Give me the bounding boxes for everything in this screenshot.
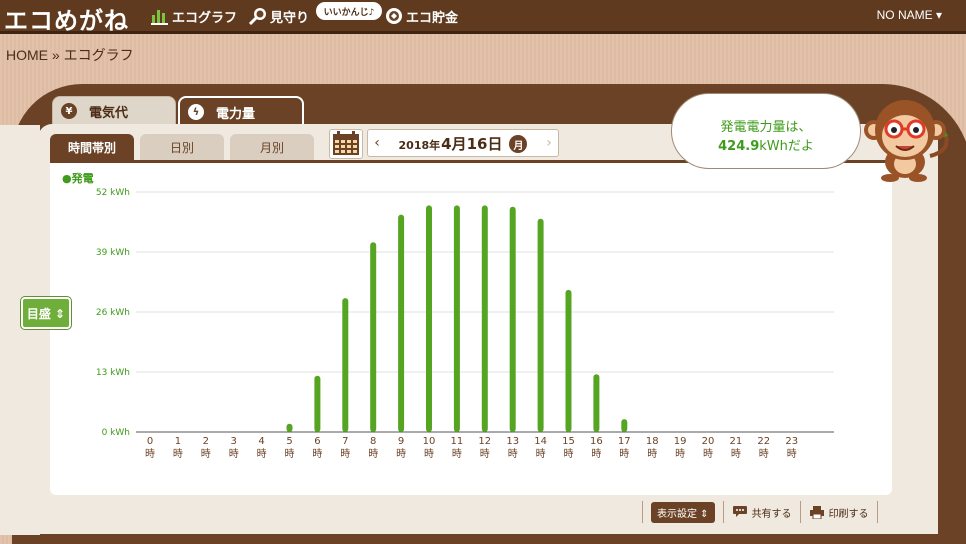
scale-button[interactable]: 目盛 ⇕ [21, 297, 71, 329]
x-tick-label: 14 [534, 436, 547, 447]
speech-line-2: 424.9kWhだよ [672, 137, 860, 156]
x-tick-label: 21 [730, 436, 743, 447]
x-tick-label: 9 [398, 436, 404, 447]
bottom-toolbar: 表示設定 ⇕ 共有する 印刷する [634, 500, 886, 524]
x-tick-suffix: 時 [229, 448, 239, 460]
x-tick-label: 13 [506, 436, 519, 447]
print-button[interactable]: 印刷する [809, 505, 869, 520]
x-tick-suffix: 時 [285, 448, 295, 460]
x-tick-label: 5 [286, 436, 292, 447]
y-tick-label: 13 kWh [96, 368, 130, 378]
share-button[interactable]: 共有する [732, 505, 792, 520]
x-tick-suffix: 時 [731, 448, 741, 460]
x-tick-suffix: 時 [703, 448, 713, 460]
speech-line-1: 発電電力量は、 [720, 120, 812, 135]
x-tick-suffix: 時 [312, 448, 322, 460]
x-tick-label: 17 [618, 436, 631, 447]
x-tick-label: 2 [203, 436, 209, 447]
display-settings-button[interactable]: 表示設定 ⇕ [651, 501, 715, 523]
x-tick-suffix: 時 [340, 448, 350, 460]
bar [481, 205, 488, 432]
bar [314, 375, 321, 432]
x-tick-suffix: 時 [452, 448, 462, 460]
x-tick-label: 7 [342, 436, 348, 447]
speech-bubble-icon [732, 506, 747, 517]
divider [722, 501, 724, 523]
power-generation-chart: 0 kWh13 kWh26 kWh39 kWh52 kWh0時1時2時3時4時5… [96, 188, 834, 460]
x-tick-suffix: 時 [564, 448, 574, 460]
bar [286, 423, 293, 432]
x-tick-label: 6 [314, 436, 320, 447]
x-tick-suffix: 時 [508, 448, 518, 460]
x-tick-suffix: 時 [396, 448, 406, 460]
x-tick-label: 8 [370, 436, 376, 447]
bar [370, 242, 377, 432]
bar [342, 298, 349, 432]
x-tick-suffix: 時 [536, 448, 546, 460]
y-tick-label: 52 kWh [96, 188, 130, 198]
x-tick-suffix: 時 [368, 448, 378, 460]
y-tick-label: 39 kWh [96, 248, 130, 258]
x-tick-label: 1 [175, 436, 181, 447]
y-tick-label: 0 kWh [102, 428, 130, 438]
x-tick-suffix: 時 [173, 448, 183, 460]
x-tick-label: 10 [423, 436, 436, 447]
x-tick-suffix: 時 [145, 448, 155, 460]
x-tick-label: 20 [702, 436, 715, 447]
divider [876, 501, 878, 523]
bar [593, 374, 600, 432]
generation-total: 424.9 [718, 139, 760, 154]
x-tick-label: 0 [147, 436, 153, 447]
divider [642, 501, 643, 523]
x-tick-suffix: 時 [480, 448, 490, 460]
speech-bubble: 発電電力量は、 424.9kWhだよ [671, 93, 861, 169]
x-tick-label: 15 [562, 436, 575, 447]
printer-icon [809, 506, 824, 519]
x-tick-label: 18 [646, 436, 659, 447]
x-tick-label: 22 [757, 436, 770, 447]
x-tick-label: 4 [258, 436, 264, 447]
x-tick-label: 16 [590, 436, 603, 447]
x-tick-suffix: 時 [759, 448, 769, 460]
divider [799, 501, 801, 523]
x-tick-label: 11 [451, 436, 464, 447]
x-tick-suffix: 時 [675, 448, 685, 460]
x-tick-label: 23 [785, 436, 798, 447]
x-tick-label: 12 [478, 436, 491, 447]
bar [565, 289, 572, 432]
bar [621, 419, 628, 432]
bar [509, 206, 516, 432]
x-tick-suffix: 時 [201, 448, 211, 460]
bar [537, 218, 544, 432]
x-tick-suffix: 時 [257, 448, 267, 460]
bar [453, 205, 460, 432]
x-tick-suffix: 時 [424, 448, 434, 460]
x-tick-suffix: 時 [591, 448, 601, 460]
x-tick-label: 19 [674, 436, 687, 447]
generation-unit: kWhだよ [759, 139, 814, 154]
share-label: 共有する [751, 508, 792, 520]
x-tick-label: 3 [231, 436, 237, 447]
x-tick-suffix: 時 [647, 448, 657, 460]
bar [398, 214, 405, 432]
monkey-mascot-icon [864, 100, 949, 182]
x-tick-suffix: 時 [787, 448, 797, 460]
y-tick-label: 26 kWh [96, 308, 130, 318]
print-label: 印刷する [828, 508, 869, 520]
bar [426, 205, 432, 432]
x-tick-suffix: 時 [619, 448, 629, 460]
